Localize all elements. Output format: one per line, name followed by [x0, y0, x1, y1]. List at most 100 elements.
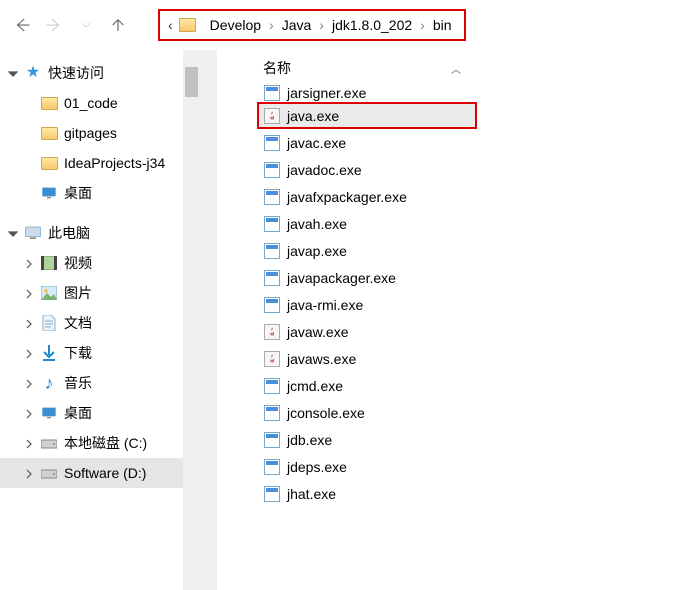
chevron-right-icon[interactable]: ›	[269, 17, 274, 33]
tree-item[interactable]: ♪音乐	[0, 368, 183, 398]
file-row[interactable]: javadoc.exe	[257, 156, 695, 183]
tree-item[interactable]: 下载	[0, 338, 183, 368]
executable-icon	[263, 134, 281, 152]
column-header-row: 名称 ︿	[257, 54, 695, 84]
sidebar-scrollbar[interactable]	[183, 50, 200, 590]
file-row[interactable]: jdb.exe	[257, 426, 695, 453]
executable-icon	[263, 377, 281, 395]
executable-icon	[263, 458, 281, 476]
file-row[interactable]: java.exe	[257, 102, 477, 129]
chevron-right-icon[interactable]	[24, 346, 38, 360]
folder-icon	[179, 18, 196, 32]
sort-caret-icon: ︿	[451, 61, 461, 76]
tree-group-label: 快速访问	[48, 63, 104, 83]
file-row[interactable]: javac.exe	[257, 129, 695, 156]
file-row[interactable]: jhat.exe	[257, 480, 695, 507]
scrollbar-thumb[interactable]	[185, 67, 198, 97]
tree-item-label: 下载	[64, 343, 92, 363]
executable-icon	[263, 404, 281, 422]
breadcrumb-segment[interactable]: Java	[282, 17, 312, 33]
tree-item[interactable]: 本地磁盘 (C:)	[0, 428, 183, 458]
nav-up-button[interactable]	[108, 15, 128, 35]
tree-item-label: 图片	[64, 283, 92, 303]
tree-item[interactable]: 文档	[0, 308, 183, 338]
breadcrumb-segment[interactable]: bin	[433, 17, 452, 33]
tree-item[interactable]: 桌面	[0, 178, 183, 208]
tree-item[interactable]: gitpages	[0, 118, 183, 148]
tree-item-label: 音乐	[64, 373, 92, 393]
file-row[interactable]: jarsigner.exe	[257, 84, 695, 102]
file-name: javac.exe	[287, 135, 346, 151]
chevron-right-icon[interactable]: ›	[420, 17, 425, 33]
executable-icon	[263, 242, 281, 260]
executable-icon	[263, 84, 281, 102]
chevron-down-icon[interactable]	[8, 226, 22, 240]
file-name: jdeps.exe	[287, 459, 347, 475]
column-header-name[interactable]: 名称	[263, 58, 291, 78]
file-name: javah.exe	[287, 216, 347, 232]
file-name: java-rmi.exe	[287, 297, 363, 313]
chevron-right-icon[interactable]	[24, 466, 38, 480]
navigation-bar: ‹ Develop › Java › jdk1.8.0_202 › bin	[0, 0, 695, 50]
java-icon	[263, 323, 281, 341]
file-name: jcmd.exe	[287, 378, 343, 394]
tree-item[interactable]: Software (D:)	[0, 458, 183, 488]
file-row[interactable]: javafxpackager.exe	[257, 183, 695, 210]
nav-arrow-group	[12, 15, 128, 35]
tree-item-label: 文档	[64, 313, 92, 333]
file-row[interactable]: javah.exe	[257, 210, 695, 237]
chevron-right-icon[interactable]: ›	[319, 17, 324, 33]
file-name: javapackager.exe	[287, 270, 396, 286]
breadcrumb-segment[interactable]: Develop	[210, 17, 261, 33]
file-row[interactable]: javaw.exe	[257, 318, 695, 345]
tree-item[interactable]: 01_code	[0, 88, 183, 118]
file-row[interactable]: jcmd.exe	[257, 372, 695, 399]
chevron-right-icon[interactable]	[24, 376, 38, 390]
arrow-up-icon	[109, 16, 127, 34]
tree-group[interactable]: ★快速访问	[0, 58, 183, 88]
file-name: java.exe	[287, 108, 339, 124]
chevron-right-icon[interactable]	[24, 316, 38, 330]
executable-icon	[263, 269, 281, 287]
breadcrumb[interactable]: ‹ Develop › Java › jdk1.8.0_202 › bin	[158, 9, 466, 41]
nav-forward-button[interactable]	[44, 15, 64, 35]
tree-group[interactable]: 此电脑	[0, 218, 183, 248]
file-list: 名称 ︿ jarsigner.exe java.exe javac.exe javad…	[217, 50, 695, 590]
tree-item-label: gitpages	[64, 125, 117, 141]
file-row[interactable]: jconsole.exe	[257, 399, 695, 426]
chevron-right-icon[interactable]	[24, 406, 38, 420]
chevron-right-icon[interactable]	[24, 436, 38, 450]
file-row[interactable]: javap.exe	[257, 237, 695, 264]
executable-icon	[263, 431, 281, 449]
chevron-down-icon	[80, 19, 92, 31]
nav-recent-dropdown[interactable]	[76, 15, 96, 35]
tree-item-label: Software (D:)	[64, 465, 146, 481]
chevron-down-icon[interactable]	[8, 66, 22, 80]
tree-item-label: IdeaProjects-j34	[64, 155, 165, 171]
tree-item[interactable]: 视频	[0, 248, 183, 278]
file-row[interactable]: javapackager.exe	[257, 264, 695, 291]
navigation-tree: ★快速访问01_codegitpagesIdeaProjects-j34桌面此电…	[0, 50, 200, 590]
tree-item-label: 桌面	[64, 403, 92, 423]
tree-item-label: 桌面	[64, 183, 92, 203]
file-row[interactable]: javaws.exe	[257, 345, 695, 372]
file-name: jdb.exe	[287, 432, 332, 448]
file-name: jhat.exe	[287, 486, 336, 502]
file-row[interactable]: jdeps.exe	[257, 453, 695, 480]
file-name: javaw.exe	[287, 324, 348, 340]
tree-item[interactable]: IdeaProjects-j34	[0, 148, 183, 178]
tree-item[interactable]: 桌面	[0, 398, 183, 428]
nav-back-button[interactable]	[12, 15, 32, 35]
java-icon	[263, 350, 281, 368]
file-name: javafxpackager.exe	[287, 189, 407, 205]
chevron-right-icon[interactable]	[24, 286, 38, 300]
arrow-left-icon	[13, 16, 31, 34]
file-row[interactable]: java-rmi.exe	[257, 291, 695, 318]
file-name: javap.exe	[287, 243, 347, 259]
breadcrumb-segment[interactable]: jdk1.8.0_202	[332, 17, 412, 33]
chevron-right-icon[interactable]	[24, 256, 38, 270]
executable-icon	[263, 215, 281, 233]
tree-item[interactable]: 图片	[0, 278, 183, 308]
executable-icon	[263, 296, 281, 314]
breadcrumb-overflow[interactable]: ‹	[168, 17, 173, 33]
